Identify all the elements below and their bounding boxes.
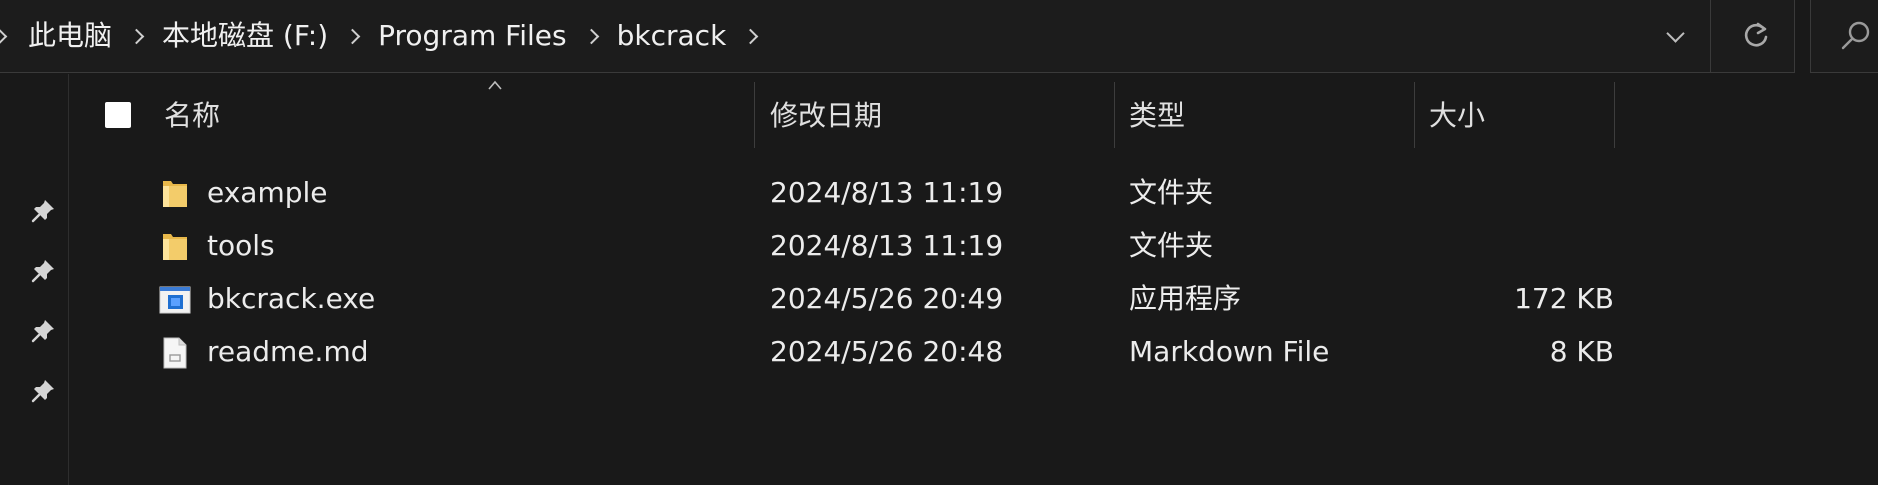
chevron-right-icon[interactable]: [573, 0, 611, 72]
column-header-modified[interactable]: 修改日期: [770, 74, 882, 152]
exe-icon: [159, 286, 191, 314]
breadcrumb-item-bkcrack[interactable]: bkcrack: [611, 0, 733, 72]
document-icon: [163, 337, 187, 369]
file-size: [1429, 167, 1614, 219]
file-type: Markdown File: [1129, 335, 1330, 368]
chevron-right-icon[interactable]: [118, 0, 156, 72]
file-row[interactable]: bkcrack.exe 2024/5/26 20:49 应用程序 172 KB: [69, 273, 1878, 325]
file-modified: 2024/5/26 20:49: [770, 282, 1004, 315]
folder-icon: [163, 234, 187, 260]
column-header-name[interactable]: 名称: [164, 74, 220, 152]
file-modified: 2024/5/26 20:48: [770, 335, 1004, 368]
search-input[interactable]: [1810, 0, 1878, 73]
address-history-dropdown-button[interactable]: [1640, 0, 1710, 72]
file-type: 文件夹: [1129, 229, 1214, 262]
file-modified: 2024/8/13 11:19: [770, 176, 1004, 209]
file-row[interactable]: tools 2024/8/13 11:19 文件夹: [69, 220, 1878, 272]
file-modified: 2024/8/13 11:19: [770, 229, 1004, 262]
chevron-right-icon[interactable]: [334, 0, 372, 72]
folder-icon: [163, 181, 187, 207]
file-row[interactable]: readme.md 2024/5/26 20:48 Markdown File …: [69, 326, 1878, 378]
file-size: [1429, 220, 1614, 272]
pin-icon[interactable]: [30, 318, 56, 344]
refresh-button[interactable]: [1720, 0, 1792, 72]
file-type: 文件夹: [1129, 176, 1214, 209]
breadcrumb: 此电脑 本地磁盘 (F:) Program Files bkcrack: [0, 0, 770, 72]
search-icon: [1841, 21, 1870, 50]
file-explorer-window: 此电脑 本地磁盘 (F:) Program Files bkcrack 名称 修…: [0, 0, 1878, 485]
sort-ascending-icon: [488, 80, 502, 90]
breadcrumb-item-local-disk[interactable]: 本地磁盘 (F:): [156, 0, 334, 72]
column-header-row: 名称 修改日期 类型 大小: [69, 74, 1878, 152]
chevron-right-icon[interactable]: [732, 0, 770, 72]
pin-icon[interactable]: [30, 378, 56, 404]
select-all-checkbox[interactable]: [105, 102, 131, 128]
column-header-type[interactable]: 类型: [1129, 74, 1185, 152]
breadcrumb-item-this-pc[interactable]: 此电脑: [22, 0, 118, 72]
divider: [1710, 0, 1711, 72]
pin-icon[interactable]: [30, 198, 56, 224]
file-size: 172 KB: [1514, 282, 1614, 315]
address-bar[interactable]: 此电脑 本地磁盘 (F:) Program Files bkcrack: [0, 0, 1795, 73]
file-size: 8 KB: [1549, 335, 1614, 368]
file-name: bkcrack.exe: [207, 282, 376, 315]
navigation-pane: [0, 74, 69, 485]
file-type: 应用程序: [1129, 282, 1242, 315]
file-list: 名称 修改日期 类型 大小 example 2024/8/13 11:19 文件…: [69, 74, 1878, 485]
chevron-right-icon[interactable]: [0, 0, 22, 72]
column-header-size[interactable]: 大小: [1429, 74, 1485, 152]
column-divider[interactable]: [754, 82, 755, 148]
refresh-icon: [1744, 22, 1768, 47]
file-name: readme.md: [207, 335, 369, 368]
file-row[interactable]: example 2024/8/13 11:19 文件夹: [69, 167, 1878, 219]
pin-icon[interactable]: [30, 258, 56, 284]
file-name: tools: [207, 229, 275, 262]
breadcrumb-item-program-files[interactable]: Program Files: [372, 0, 572, 72]
column-divider[interactable]: [1614, 82, 1615, 148]
column-divider[interactable]: [1114, 82, 1115, 148]
file-name: example: [207, 176, 328, 209]
column-divider[interactable]: [1414, 82, 1415, 148]
